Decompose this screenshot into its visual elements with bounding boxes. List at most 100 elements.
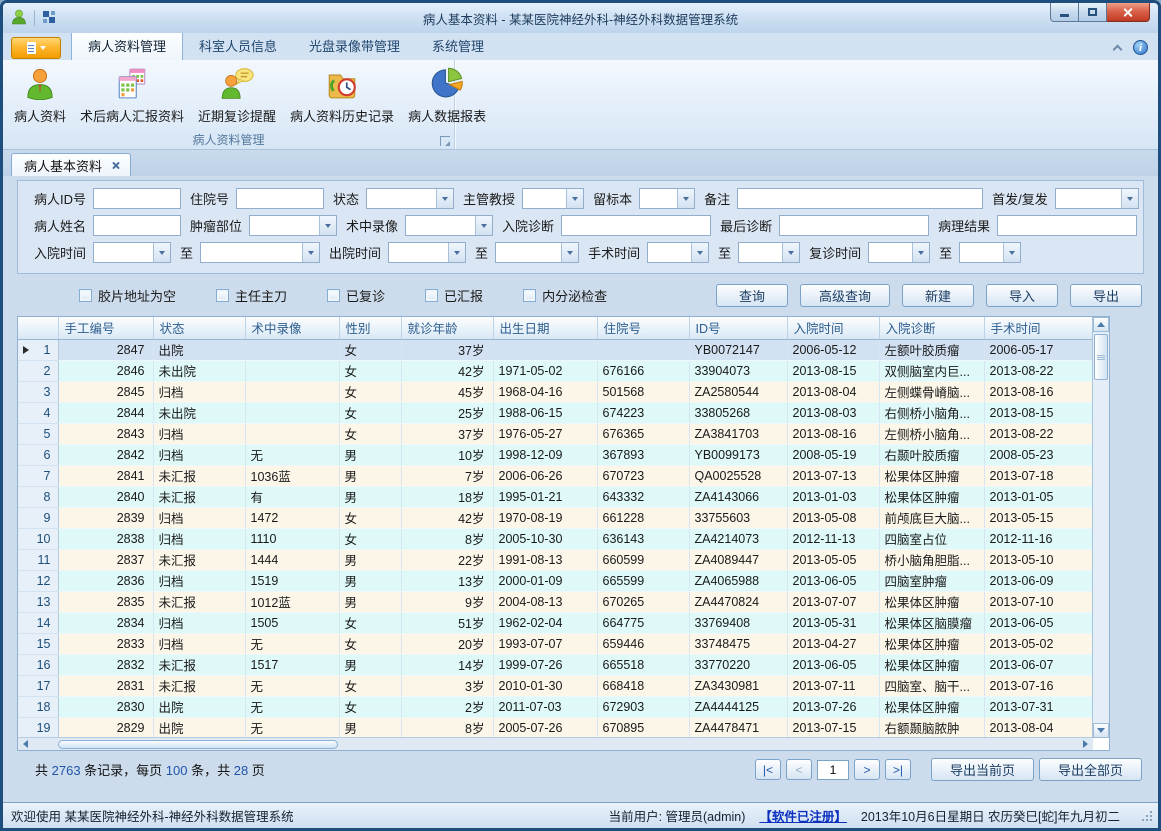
resize-grip-icon[interactable] [1142,811,1152,821]
table-cell[interactable]: 2013-07-07 [787,591,879,612]
table-cell[interactable]: 2013-05-31 [787,612,879,633]
table-row[interactable]: 72841未汇报1036蓝男7岁2006-06-26670723QA002552… [18,465,1094,486]
table-cell[interactable]: 2013-05-08 [787,507,879,528]
table-cell[interactable]: 1970-08-19 [493,507,597,528]
table-cell[interactable]: 643332 [597,486,689,507]
table-cell[interactable]: 2013-08-03 [787,402,879,423]
column-header[interactable]: 入院时间 [787,317,879,339]
table-cell[interactable]: 女 [339,507,401,528]
row-selector-header[interactable] [18,317,58,339]
column-header[interactable]: 性别 [339,317,401,339]
table-cell[interactable]: 2013-01-05 [984,486,1094,507]
table-row[interactable]: 152833归档无女20岁1993-07-0765944633748475201… [18,633,1094,654]
tab-patient-basic-info[interactable]: 病人基本资料 [11,153,131,176]
table-row[interactable]: 142834归档1505女51岁1962-02-0466477533769408… [18,612,1094,633]
table-cell[interactable]: 2013-06-05 [787,570,879,591]
ribbon-tab-2[interactable]: 光盘录像带管理 [293,32,416,60]
table-cell[interactable]: 松果体区肿瘤 [879,486,984,507]
row-number-cell[interactable]: 3 [18,381,58,402]
table-cell[interactable]: 664775 [597,612,689,633]
table-cell[interactable]: 8岁 [401,717,493,738]
table-cell[interactable]: 37岁 [401,423,493,444]
table-cell[interactable]: 右侧桥小脑角... [879,402,984,423]
table-cell[interactable]: 33770220 [689,654,787,675]
vertical-scrollbar[interactable] [1092,317,1109,738]
table-cell[interactable]: 归档 [153,570,245,591]
patient-history-button[interactable]: 病人资料历史记录 [283,63,401,127]
chevron-down-icon[interactable] [475,216,492,235]
minimize-button[interactable] [1050,3,1079,22]
ribbon-tab-3[interactable]: 系统管理 [416,32,500,60]
table-cell[interactable]: 2006-06-26 [493,465,597,486]
table-cell[interactable]: 桥小脑角胆脂... [879,549,984,570]
table-cell[interactable]: 左侧桥小脑角... [879,423,984,444]
table-cell[interactable]: 2013-08-22 [984,360,1094,381]
table-cell[interactable]: 501568 [597,381,689,402]
table-cell[interactable]: 未汇报 [153,675,245,696]
table-cell[interactable]: 2012-11-16 [984,528,1094,549]
table-cell[interactable]: 女 [339,339,401,360]
prev-page-button[interactable]: < [786,759,812,780]
scroll-up-button[interactable] [1093,317,1109,332]
revisited-checkbox[interactable]: 已复诊 [327,286,385,305]
table-cell[interactable]: 42岁 [401,507,493,528]
table-cell[interactable]: 归档 [153,444,245,465]
row-number-cell[interactable]: 7 [18,465,58,486]
table-cell[interactable]: 2843 [58,423,153,444]
table-cell[interactable]: 2013-08-04 [984,717,1094,738]
row-number-cell[interactable]: 19 [18,717,58,738]
table-cell[interactable]: 1993-07-07 [493,633,597,654]
table-cell[interactable]: 2838 [58,528,153,549]
last-page-button[interactable]: >| [885,759,911,780]
export-button[interactable]: 导出 [1070,284,1142,307]
ribbon-tab-0[interactable]: 病人资料管理 [71,31,183,60]
table-cell[interactable]: 松果体区脑膜瘤 [879,612,984,633]
new-button[interactable]: 新建 [902,284,974,307]
table-cell[interactable]: 665518 [597,654,689,675]
chevron-down-icon[interactable] [436,189,453,208]
row-number-cell[interactable]: 17 [18,675,58,696]
table-cell[interactable]: 2013-07-13 [787,465,879,486]
table-cell[interactable]: ZA2580544 [689,381,787,402]
table-cell[interactable]: 1110 [245,528,339,549]
table-cell[interactable]: 2845 [58,381,153,402]
table-cell[interactable]: 33805268 [689,402,787,423]
table-cell[interactable]: 未汇报 [153,654,245,675]
remark-field[interactable] [737,188,983,209]
table-cell[interactable]: 2013-05-10 [984,549,1094,570]
table-cell[interactable]: 男 [339,444,401,465]
table-cell[interactable]: ZA4214073 [689,528,787,549]
table-cell[interactable]: 无 [245,696,339,717]
table-cell[interactable]: 676365 [597,423,689,444]
table-cell[interactable]: 女 [339,528,401,549]
table-row[interactable]: 22846未出院女42岁1971-05-02676166339040732013… [18,360,1094,381]
table-cell[interactable]: 1971-05-02 [493,360,597,381]
table-cell[interactable]: ZA4478471 [689,717,787,738]
table-cell[interactable]: 四脑室占位 [879,528,984,549]
query-button[interactable]: 查询 [716,284,788,307]
table-cell[interactable]: 1444 [245,549,339,570]
table-row[interactable]: 62842归档无男10岁1998-12-09367893YB0099173200… [18,444,1094,465]
table-row[interactable]: 42844未出院女25岁1988-06-15674223338052682013… [18,402,1094,423]
pathology-result-field[interactable] [997,215,1137,236]
chevron-down-icon[interactable] [319,216,336,235]
table-cell[interactable]: 1962-02-04 [493,612,597,633]
table-cell[interactable]: 672903 [597,696,689,717]
row-number-cell[interactable]: 12 [18,570,58,591]
table-cell[interactable]: 2013-08-16 [787,423,879,444]
table-cell[interactable]: 13岁 [401,570,493,591]
table-cell[interactable]: 1517 [245,654,339,675]
table-row[interactable]: 162832未汇报1517男14岁1999-07-266655183377022… [18,654,1094,675]
patient-info-button[interactable]: 病人资料 [7,63,73,127]
table-cell[interactable]: 2005-07-26 [493,717,597,738]
table-cell[interactable]: 659446 [597,633,689,654]
table-cell[interactable]: ZA4065988 [689,570,787,591]
table-cell[interactable]: 2013-06-05 [984,612,1094,633]
row-number-cell[interactable]: 10 [18,528,58,549]
table-cell[interactable]: 2005-10-30 [493,528,597,549]
table-row[interactable]: 92839归档1472女42岁1970-08-19661228337556032… [18,507,1094,528]
table-cell[interactable]: 2013-07-15 [787,717,879,738]
chevron-down-icon[interactable] [1003,243,1020,262]
table-cell[interactable]: 右颞叶胶质瘤 [879,444,984,465]
table-cell[interactable]: 9岁 [401,591,493,612]
